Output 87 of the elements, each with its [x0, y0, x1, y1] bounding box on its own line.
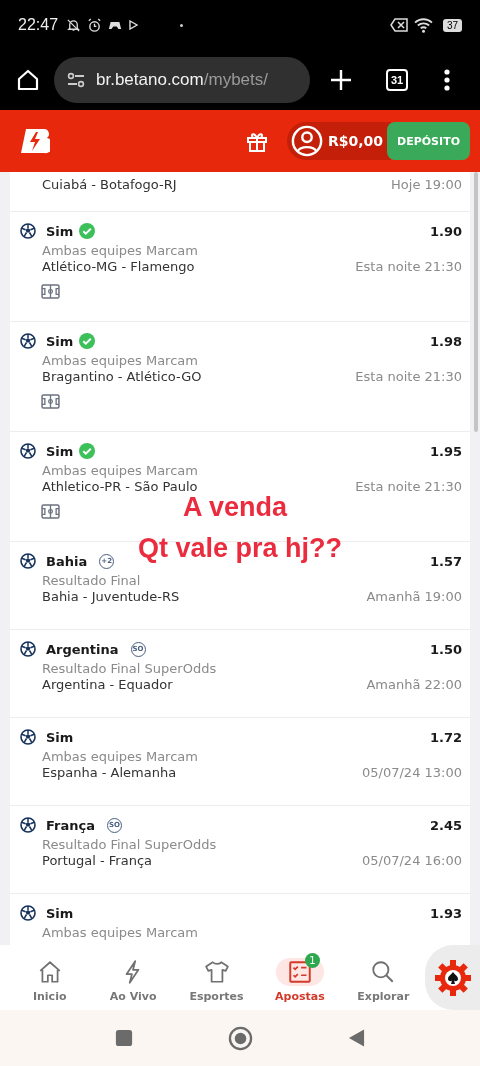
nav-tab[interactable]: Esportes — [174, 952, 259, 1003]
tab-count-button[interactable]: 31 — [386, 69, 408, 91]
nav-tab[interactable]: Ao Vivo — [91, 952, 175, 1003]
soccer-ball-icon — [20, 443, 36, 459]
match-name: Cuiabá - Botafogo-RJ — [42, 177, 177, 192]
match-time: Esta noite 21:30 — [355, 479, 462, 494]
selection-name: Sim — [46, 905, 74, 921]
selection-name: Bahia — [46, 553, 88, 569]
market-name: Resultado Final SuperOdds — [41, 661, 218, 676]
odds-value: 1.57 — [429, 553, 462, 569]
match-name: Bahia - Juventude-RS — [42, 589, 180, 604]
match-time: Esta noite 21:30 — [355, 369, 462, 384]
address-bar[interactable]: br.betano.com/mybets/ — [54, 57, 310, 103]
pitch-stats-icon[interactable] — [41, 284, 60, 299]
match-time: 05/07/24 13:00 — [362, 765, 462, 780]
soccer-ball-icon — [20, 333, 36, 349]
match-name: Portugal - França — [42, 853, 152, 868]
selection-name: Sim — [46, 333, 74, 349]
nav-tab[interactable]: Inicio — [8, 952, 92, 1003]
soccer-ball-icon — [20, 641, 36, 657]
market-name: Ambas equipes Marcam — [41, 353, 199, 368]
shirt-icon — [203, 959, 230, 985]
match-name: Bragantino - Atlético-GO — [42, 369, 202, 384]
soccer-ball-icon — [20, 223, 36, 239]
match-name: Espanha - Alemanha — [42, 765, 177, 780]
selection-name: França — [46, 817, 95, 833]
market-name: Resultado Final SuperOdds — [41, 837, 218, 852]
soccer-ball-icon — [20, 905, 36, 921]
nav-tab[interactable]: 1 Apostas — [258, 952, 342, 1003]
play-icon — [128, 20, 139, 30]
odds-value: 1.95 — [429, 443, 462, 459]
more-icon[interactable] — [444, 69, 450, 91]
odds-value: 2.45 — [429, 817, 462, 833]
odds-value: 1.93 — [429, 905, 462, 921]
battery-indicator: 37 — [442, 18, 462, 32]
match-time: Amanhã 22:00 — [366, 677, 462, 692]
home-icon[interactable] — [16, 68, 40, 92]
nav-tab[interactable]: Explorar — [341, 952, 426, 1003]
match-time: Hoje 19:00 — [391, 177, 462, 192]
selection-name: Sim — [46, 223, 74, 239]
match-time: Amanhã 19:00 — [366, 589, 462, 604]
wifi-icon — [413, 17, 433, 33]
url-text: br.betano.com/mybets/ — [96, 70, 268, 90]
scrollbar[interactable] — [474, 172, 478, 432]
match-name: Athletico-PR - São Paulo — [42, 479, 198, 494]
site-settings-icon[interactable] — [66, 72, 86, 88]
user-icon — [291, 125, 323, 157]
match-time: 05/07/24 16:00 — [362, 853, 462, 868]
market-name: Resultado Final — [41, 573, 142, 588]
pitch-stats-icon[interactable] — [41, 504, 60, 519]
plus-icon[interactable] — [330, 69, 352, 91]
recents-icon[interactable] — [115, 1029, 133, 1047]
market-name: Ambas equipes Marcam — [41, 925, 199, 940]
bell-off-icon — [66, 17, 82, 33]
match-time: Esta noite 21:30 — [355, 259, 462, 274]
odds-value: 1.90 — [429, 223, 462, 239]
pitch-stats-icon[interactable] — [41, 394, 60, 409]
balance-amount: R$0,00 — [328, 133, 384, 149]
back-icon[interactable] — [348, 1028, 365, 1048]
soccer-ball-icon — [20, 729, 36, 745]
selection-name: Sim — [46, 443, 74, 459]
account-balance-button[interactable]: R$0,00 — [287, 122, 392, 160]
annotation-text: A venda — [182, 492, 287, 523]
count-badge: 1 — [304, 953, 320, 968]
soccer-ball-icon — [20, 817, 36, 833]
odds-value: 1.98 — [429, 333, 462, 349]
casino-button[interactable] — [425, 945, 480, 1010]
selection-name: Argentina — [46, 641, 119, 657]
market-name: Ambas equipes Marcam — [41, 243, 199, 258]
logo-icon[interactable] — [20, 128, 50, 154]
odds-value: 1.50 — [429, 641, 462, 657]
poker-chip-icon — [432, 957, 473, 998]
gamepad-icon — [108, 20, 123, 30]
alarm-icon — [87, 17, 103, 33]
odds-value: 1.72 — [429, 729, 462, 745]
match-name: Atlético-MG - Flamengo — [42, 259, 195, 274]
market-name: Ambas equipes Marcam — [41, 749, 199, 764]
notification-dot — [180, 23, 184, 27]
clock-time: 22:47 — [18, 16, 59, 34]
soccer-ball-icon — [20, 553, 36, 569]
market-name: Ambas equipes Marcam — [41, 463, 199, 478]
deposit-button[interactable]: DEPÓSITO — [387, 122, 470, 160]
home-circle-icon[interactable] — [228, 1025, 253, 1051]
match-name: Argentina - Equador — [42, 677, 173, 692]
sim-off-icon — [389, 18, 408, 32]
selection-name: Sim — [46, 729, 74, 745]
annotation-text: Qt vale pra hj?? — [137, 533, 342, 564]
